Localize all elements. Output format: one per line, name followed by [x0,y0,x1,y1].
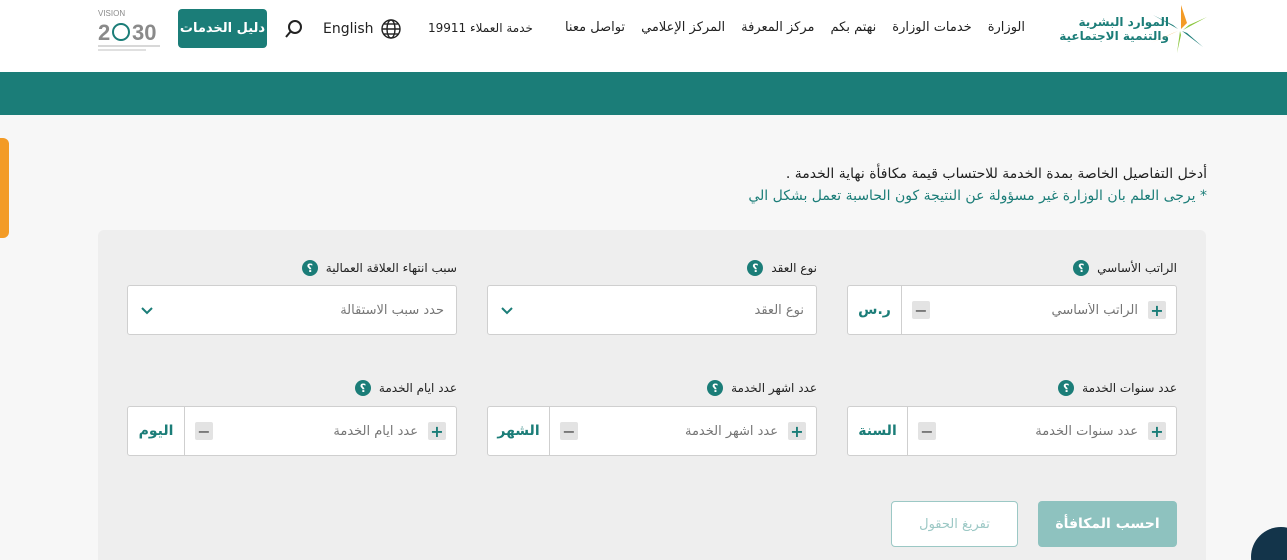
days-label: عدد ايام الخدمة ؟ [354,380,457,396]
feedback-side-tab[interactable] [0,138,9,238]
intro-instruction: أدخل التفاصيل الخاصة بمدة الخدمة للاحتسا… [785,166,1207,182]
months-unit: الشهر [488,407,550,455]
main-nav: الوزارة خدمات الوزارة نهتم بكم مركز المع… [565,20,1025,35]
vision-2030-logo: VISION 2 30 [98,9,160,51]
years-input[interactable] [936,407,1148,455]
svg-text:30: 30 [132,20,156,45]
basic-salary-label: الراتب الأساسي ؟ [1073,260,1177,276]
contract-type-placeholder: نوع العقد [754,302,804,318]
services-guide-button[interactable]: دليل الخدمات [178,9,267,48]
basic-salary-field: + − ر.س [847,285,1177,335]
basic-salary-label-text: الراتب الأساسي [1097,261,1177,275]
years-help-icon[interactable]: ؟ [1058,380,1075,396]
days-field: + − اليوم [127,406,457,456]
language-switch[interactable]: English [323,18,402,40]
calculate-button[interactable]: احسب المكافأة [1038,501,1177,547]
months-minus-icon[interactable]: − [560,422,578,441]
globe-icon [380,19,401,39]
termination-reason-help-icon[interactable]: ؟ [301,260,318,276]
months-input[interactable] [578,407,788,455]
ministry-logo[interactable]: الموارد البشرية والتنمية الاجتماعية [1039,3,1209,55]
days-label-text: عدد ايام الخدمة [378,381,457,395]
currency-unit: ر.س [848,286,902,334]
days-help-icon[interactable]: ؟ [354,380,371,396]
days-input[interactable] [213,407,428,455]
termination-reason-label: سبب انتهاء العلاقة العمالية ؟ [301,260,457,276]
clear-fields-button[interactable]: تفريغ الحقول [891,501,1018,547]
search-icon[interactable] [283,18,305,40]
contract-type-label-text: نوع العقد [771,261,817,275]
svg-text:2: 2 [98,20,110,45]
nav-item-ministry[interactable]: الوزارة [988,20,1025,35]
years-unit: السنة [848,407,908,455]
customer-service-hotline[interactable]: خدمة العملاء 19911 [428,21,533,35]
months-field: + − الشهر [487,406,817,456]
months-plus-icon[interactable]: + [788,422,806,441]
chevron-down-icon [501,307,513,315]
nav-item-knowledge[interactable]: مركز المعرفة [741,20,814,35]
chevron-down-icon [141,307,153,315]
intro-disclaimer: * يرجى العلم بان الوزارة غير مسؤولة عن ا… [748,188,1207,204]
chat-widget-button[interactable] [1251,527,1287,560]
basic-salary-help-icon[interactable]: ؟ [1073,260,1090,276]
basic-salary-minus-icon[interactable]: − [912,301,930,320]
years-field: + − السنة [847,406,1177,456]
contract-type-label: نوع العقد ؟ [747,260,817,276]
contract-type-select[interactable]: نوع العقد [487,285,817,335]
days-unit: اليوم [128,407,185,455]
years-minus-icon[interactable]: − [918,422,936,441]
site-header: الموارد البشرية والتنمية الاجتماعية الوز… [0,0,1287,72]
months-label: عدد اشهر الخدمة ؟ [707,380,817,396]
years-plus-icon[interactable]: + [1148,422,1166,441]
termination-reason-label-text: سبب انتهاء العلاقة العمالية [325,261,457,275]
logo-star-icon [1151,5,1207,53]
years-label-text: عدد سنوات الخدمة [1082,381,1177,395]
termination-reason-placeholder: حدد سبب الاستقالة [340,302,444,318]
nav-item-media[interactable]: المركز الإعلامي [641,20,725,35]
termination-reason-select[interactable]: حدد سبب الاستقالة [127,285,457,335]
days-plus-icon[interactable]: + [428,422,446,441]
nav-item-services[interactable]: خدمات الوزارة [892,20,971,35]
basic-salary-input[interactable] [930,286,1148,334]
months-help-icon[interactable]: ؟ [707,380,724,396]
contract-type-help-icon[interactable]: ؟ [747,260,764,276]
months-label-text: عدد اشهر الخدمة [731,381,817,395]
years-label: عدد سنوات الخدمة ؟ [1058,380,1177,396]
nav-item-care[interactable]: نهتم بكم [831,20,877,35]
basic-salary-plus-icon[interactable]: + [1148,301,1166,320]
page-banner [0,72,1287,115]
days-minus-icon[interactable]: − [195,422,213,441]
nav-item-contact[interactable]: تواصل معنا [565,20,625,35]
svg-text:VISION: VISION [98,9,125,18]
language-label: English [323,21,374,37]
